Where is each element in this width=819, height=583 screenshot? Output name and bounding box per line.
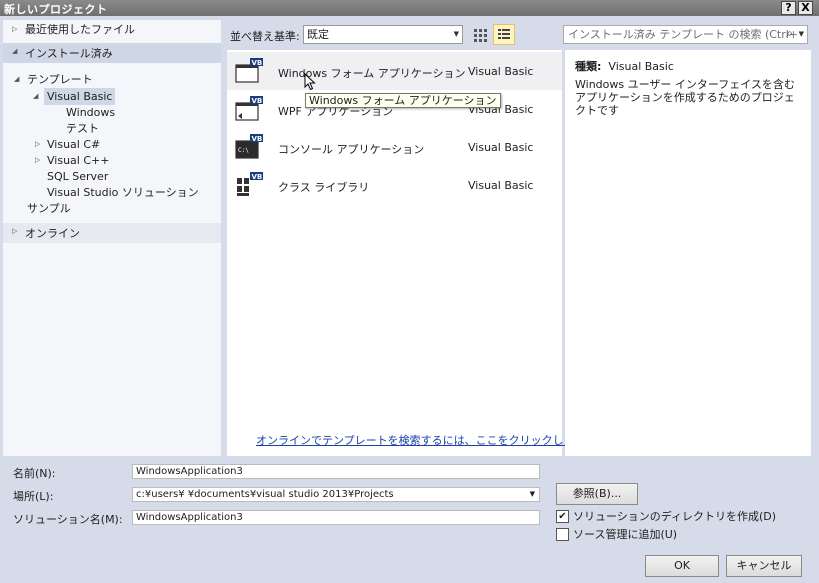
solution-name-input[interactable]: WindowsApplication3 xyxy=(132,510,540,525)
wpf-app-icon: VB xyxy=(235,96,263,121)
location-label: 場所(L): xyxy=(13,490,54,503)
windows-form-icon: VB xyxy=(235,58,263,83)
tree-item-windows[interactable]: Windows xyxy=(66,104,115,121)
mouse-cursor-icon xyxy=(304,73,316,91)
location-combo[interactable]: c:¥users¥ ¥documents¥visual studio 2013¥… xyxy=(132,487,540,502)
template-description: Windows ユーザー インターフェイスを含むアプリケーションを作成するための… xyxy=(575,78,795,117)
create-directory-label: ソリューションのディレクトリを作成(D) xyxy=(573,510,777,523)
cancel-button[interactable]: キャンセル xyxy=(726,555,802,577)
title-bar: 新しいプロジェクト ? X xyxy=(0,0,819,16)
source-control-checkbox[interactable] xyxy=(556,528,569,541)
close-button[interactable]: X xyxy=(798,1,813,15)
list-view-icon xyxy=(498,29,510,39)
svg-text:VB: VB xyxy=(252,59,263,67)
svg-text:VB: VB xyxy=(252,135,263,143)
window-title: 新しいプロジェクト xyxy=(4,3,108,16)
tree-item-vs-solution[interactable]: Visual Studio ソリューション xyxy=(47,184,199,201)
grid-view-icon xyxy=(474,29,487,42)
template-search-input[interactable]: インストール済み テンプレート の検索 (Ctrl+ ⌕ ▼ xyxy=(563,25,808,44)
solution-name-label: ソリューション名(M): xyxy=(13,513,123,526)
ok-button[interactable]: OK xyxy=(645,555,719,577)
template-item-class-library[interactable]: VB クラス ライブラリ Visual Basic xyxy=(227,166,562,204)
browse-button[interactable]: 参照(B)... xyxy=(556,483,638,505)
sort-label: 並べ替え基準: xyxy=(230,30,300,43)
chevron-down-icon[interactable]: ▼ xyxy=(799,26,804,43)
template-list: VB Windows フォーム アプリケーション Visual Basic VB… xyxy=(227,50,562,456)
console-app-icon: C:\ VB xyxy=(235,134,263,159)
template-item-console[interactable]: C:\ VB コンソール アプリケーション Visual Basic xyxy=(227,128,562,166)
svg-text:VB: VB xyxy=(252,97,263,105)
tree-item-sql-server[interactable]: SQL Server xyxy=(47,168,108,185)
template-details-panel: 種類: Visual Basic Windows ユーザー インターフェイスを含… xyxy=(565,50,811,456)
collapse-arrow-icon[interactable]: ◢ xyxy=(14,71,19,88)
sort-combo[interactable]: 既定 ▼ xyxy=(303,25,463,44)
tree-item-test[interactable]: テスト xyxy=(66,120,99,137)
template-item-windows-form[interactable]: VB Windows フォーム アプリケーション Visual Basic xyxy=(227,52,562,90)
chevron-down-icon[interactable]: ▼ xyxy=(530,488,535,501)
chevron-down-icon: ▼ xyxy=(453,30,459,38)
template-kind: 種類: Visual Basic xyxy=(575,60,674,73)
small-icons-view-button[interactable] xyxy=(469,24,491,45)
search-icon[interactable]: ⌕ xyxy=(786,26,793,42)
collapse-arrow-icon[interactable]: ◢ xyxy=(33,88,38,105)
template-tree: ▷ 最近使用したファイル ◢ インストール済み ◢ テンプレート ◢ Visua… xyxy=(3,20,221,456)
online-search-link[interactable]: オンラインでテンプレートを検索するには、ここをクリックします。 xyxy=(256,432,596,448)
svg-text:C:\: C:\ xyxy=(238,147,249,154)
name-label: 名前(N): xyxy=(13,467,56,480)
collapse-arrow-icon[interactable]: ◢ xyxy=(12,47,17,55)
expand-arrow-icon[interactable]: ▷ xyxy=(35,152,40,169)
expand-arrow-icon[interactable]: ▷ xyxy=(12,21,17,38)
tree-item-installed[interactable]: ◢ インストール済み xyxy=(3,43,221,63)
class-library-icon: VB xyxy=(237,172,263,196)
help-button[interactable]: ? xyxy=(781,1,796,15)
project-name-input[interactable]: WindowsApplication3 xyxy=(132,464,540,479)
tree-item-sample[interactable]: サンプル xyxy=(27,200,71,217)
svg-text:VB: VB xyxy=(252,173,263,181)
tree-item-online[interactable]: ▷ オンライン xyxy=(3,223,221,243)
template-tooltip: Windows フォーム アプリケーション xyxy=(305,93,501,108)
source-control-label: ソース管理に追加(U) xyxy=(573,528,678,541)
details-view-button[interactable] xyxy=(493,24,515,45)
expand-arrow-icon[interactable]: ▷ xyxy=(12,227,17,235)
create-directory-checkbox[interactable]: ✔ xyxy=(556,510,569,523)
expand-arrow-icon[interactable]: ▷ xyxy=(35,136,40,153)
